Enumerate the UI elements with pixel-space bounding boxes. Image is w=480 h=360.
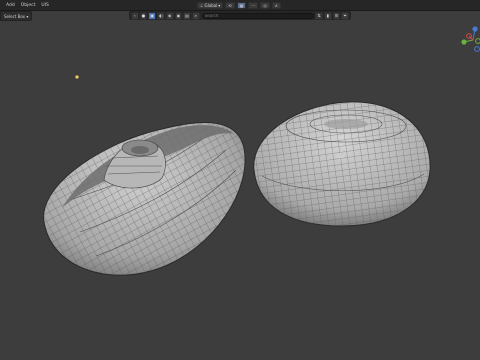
right-mesh-object[interactable] <box>240 90 440 240</box>
viewport-canvas[interactable] <box>0 0 480 360</box>
light-object-icon[interactable] <box>75 75 79 79</box>
left-mesh-object[interactable] <box>30 100 260 290</box>
